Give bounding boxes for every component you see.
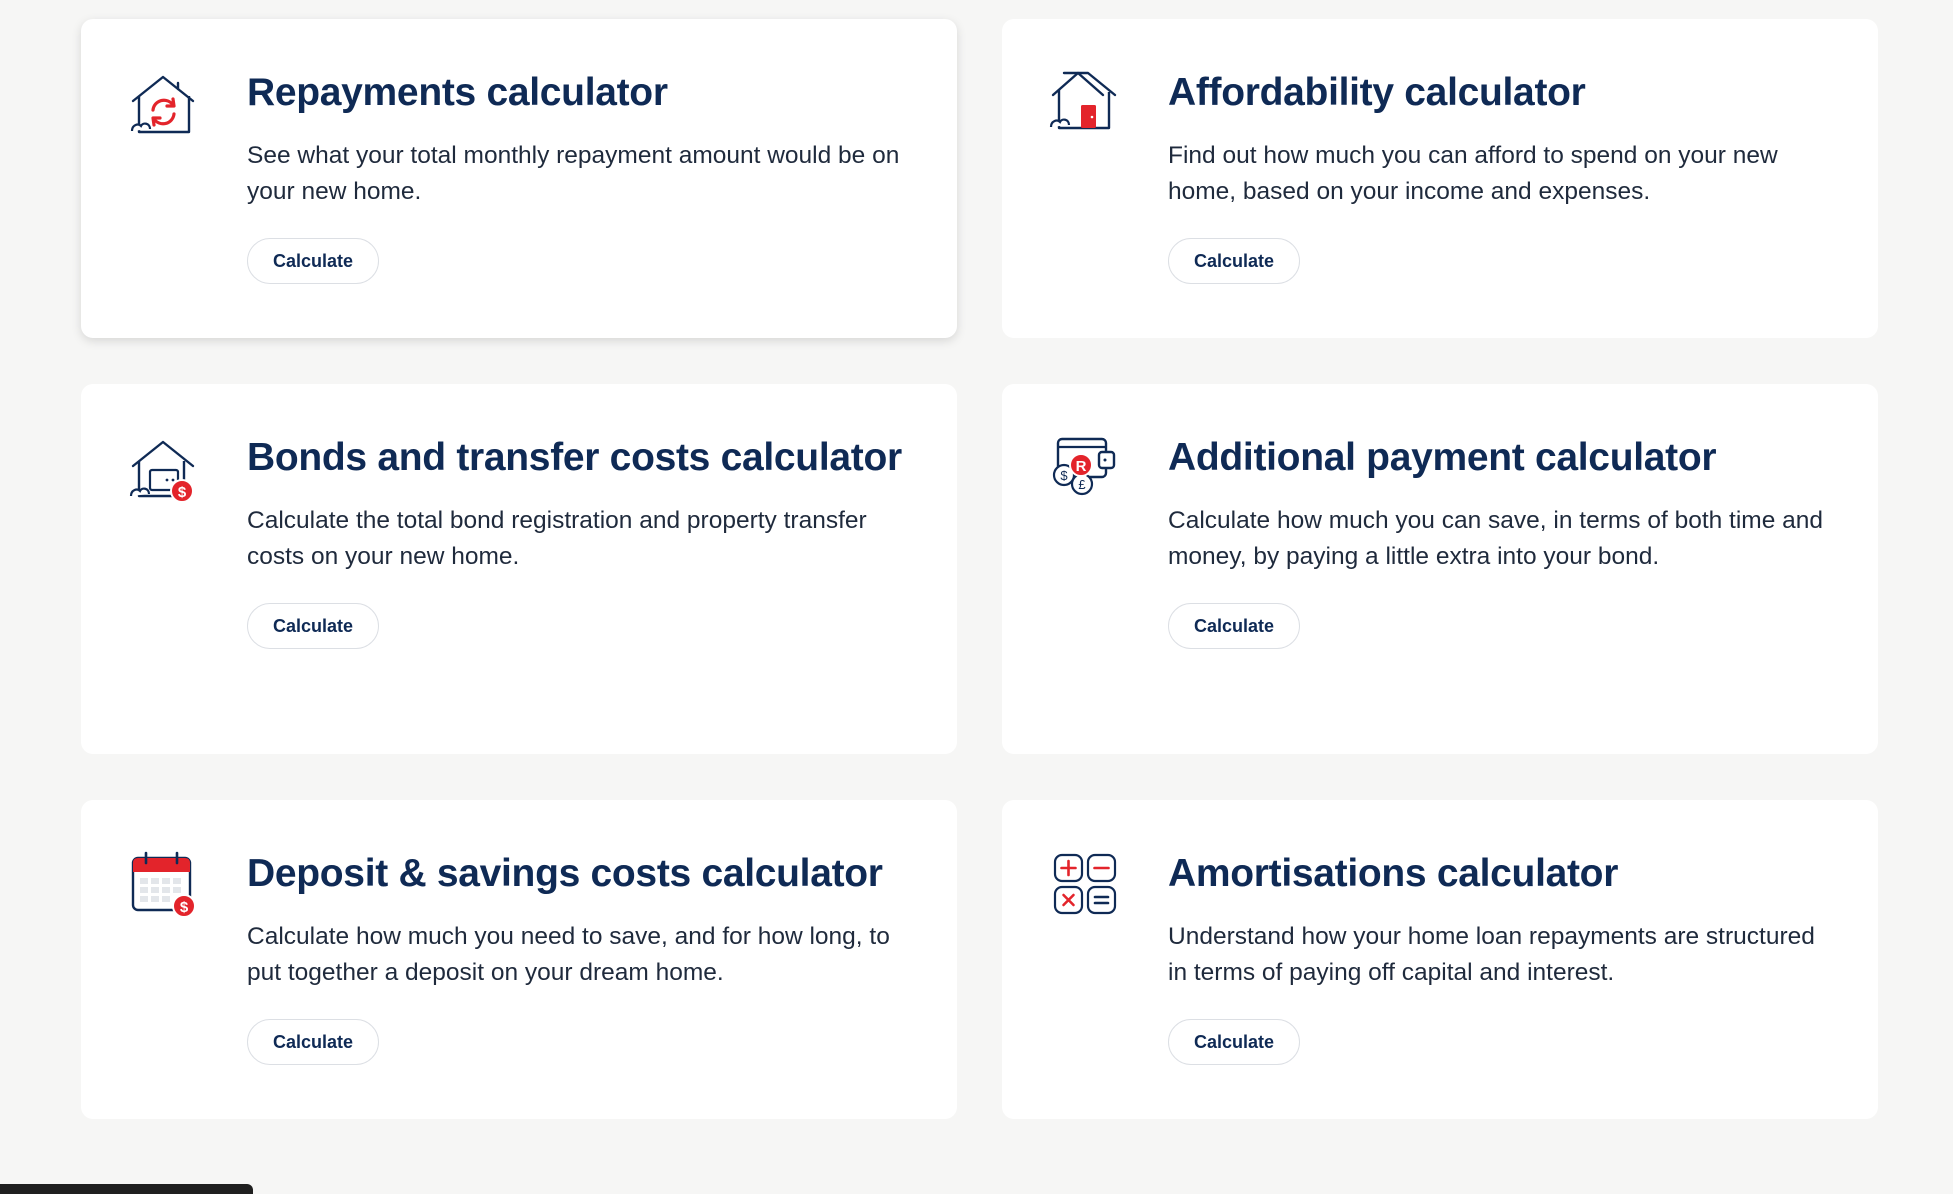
svg-text:$: $ <box>178 484 187 501</box>
calculate-button[interactable]: Calculate <box>1168 238 1301 284</box>
browser-status-bar <box>0 1184 253 1194</box>
card-affordability-calculator: Affordability calculator Find out how mu… <box>1002 19 1878 338</box>
card-title: Amortisations calculator <box>1168 852 1619 895</box>
card-additional-payment-calculator: $ £ R Additional payment calculator Calc… <box>1002 384 1878 754</box>
card-repayments-calculator: Repayments calculator See what your tota… <box>81 19 957 338</box>
card-title: Additional payment calculator <box>1168 436 1717 479</box>
card-description: Calculate the total bond registration an… <box>247 507 867 570</box>
svg-text:$: $ <box>1060 468 1068 483</box>
wallet-coins-icon: $ £ R <box>1052 437 1116 496</box>
calculate-button[interactable]: Calculate <box>1168 1019 1301 1065</box>
card-title: Repayments calculator <box>247 71 668 114</box>
calculator-operators-icon <box>1053 853 1117 915</box>
card-deposit-savings-calculator: $ Deposit & savings costs calculator Cal… <box>81 800 957 1119</box>
card-description: Calculate how much you can save, in term… <box>1168 507 1824 570</box>
card-description: Calculate how much you need to save, and… <box>247 923 890 986</box>
house-refresh-icon <box>130 75 195 134</box>
card-title: Deposit & savings costs calculator <box>247 852 883 895</box>
card-title: Bonds and transfer costs calculator <box>247 436 902 479</box>
calculators-grid: Repayments calculator See what your tota… <box>81 19 1878 1119</box>
calculate-button[interactable]: Calculate <box>247 1019 380 1065</box>
card-description: Understand how your home loan repayments… <box>1168 923 1815 986</box>
svg-text:$: $ <box>180 899 189 916</box>
card-title: Affordability calculator <box>1168 71 1586 114</box>
calculate-button[interactable]: Calculate <box>1168 603 1301 649</box>
house-door-icon <box>1049 71 1117 130</box>
card-bonds-transfer-calculator: $ Bonds and transfer costs calculator Ca… <box>81 384 957 754</box>
card-amortisations-calculator: Amortisations calculator Understand how … <box>1002 800 1878 1119</box>
calculate-button[interactable]: Calculate <box>247 238 380 284</box>
svg-text:R: R <box>1076 458 1087 475</box>
card-description: Find out how much you can afford to spen… <box>1168 142 1778 205</box>
calendar-dollar-icon: $ <box>131 851 196 918</box>
calculate-button[interactable]: Calculate <box>247 603 380 649</box>
svg-text:£: £ <box>1078 477 1086 492</box>
house-dollar-icon: $ <box>129 440 195 503</box>
card-description: See what your total monthly repayment am… <box>247 142 900 205</box>
